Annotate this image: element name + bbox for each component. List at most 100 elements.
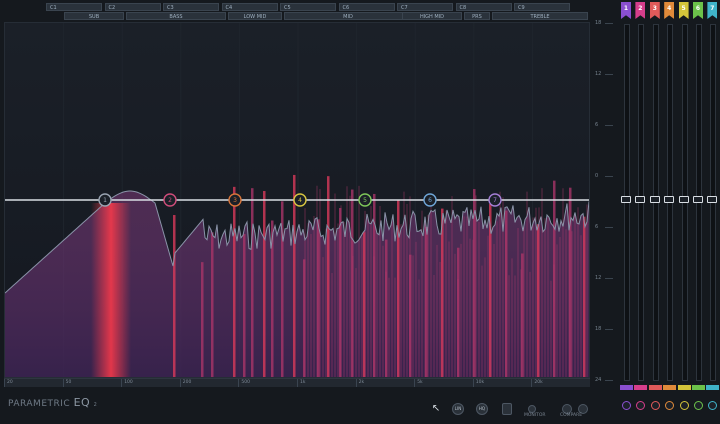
db-tick-label: 24 [595, 377, 615, 383]
band-tab-5[interactable]: C5 [280, 3, 336, 11]
region-tab-treble[interactable]: TREBLE [492, 12, 588, 20]
channel-color-swatch [648, 385, 662, 390]
gain-slider-handle[interactable] [649, 196, 660, 203]
channel-flag-3[interactable]: 3 [649, 2, 660, 19]
gain-slider-handle[interactable] [707, 196, 718, 203]
freq-tick-label: 5k [414, 379, 472, 387]
channel-flag-6[interactable]: 6 [693, 2, 703, 19]
channel-color-swatch [677, 385, 691, 390]
channel-column-1: 1 [620, 2, 633, 424]
freq-tick-label: 50 [62, 379, 121, 387]
eq-graph[interactable]: 1 2 3 4 5 6 7 [4, 22, 590, 378]
band-tab-4[interactable]: C4 [221, 3, 278, 11]
eq-node-7[interactable]: 7 [488, 193, 502, 207]
product-number: 2 [93, 402, 98, 408]
channel-column-6: 6 [692, 2, 705, 424]
compare-label: COMPARE [560, 413, 583, 418]
spectrum-spike [233, 186, 236, 377]
channel-knob[interactable] [679, 401, 689, 410]
channel-knob[interactable] [636, 401, 646, 410]
db-tick-label: 6 [595, 122, 615, 128]
monitor-label: MONITOR [524, 413, 546, 418]
channel-flag-1[interactable]: 1 [621, 2, 631, 19]
band-tab-1[interactable]: C1 [46, 3, 102, 11]
eq-node-label: 6 [428, 197, 432, 204]
band-tab-8[interactable]: C8 [455, 3, 512, 11]
region-tab-mid[interactable]: MID [284, 12, 412, 20]
headphones-icon[interactable] [502, 403, 512, 415]
band-tab-7[interactable]: C7 [397, 3, 453, 11]
channel-flag-4[interactable]: 4 [664, 2, 675, 19]
db-tick-label: 18 [595, 326, 615, 332]
spectrum-spike [243, 233, 246, 377]
region-tab-low-mid[interactable]: LOW MID [228, 12, 282, 20]
channel-knob[interactable] [650, 401, 660, 410]
gain-slider-handle[interactable] [635, 196, 646, 203]
channel-flag-5[interactable]: 5 [678, 2, 689, 19]
db-tick-label: 12 [595, 275, 615, 281]
channel-column-3: 3 [648, 2, 662, 424]
freq-tick-label: 20k [531, 379, 589, 387]
spectrum-hotspot [91, 203, 131, 377]
freq-tick-label: 2k [355, 379, 414, 387]
freq-tick-label: 100 [121, 379, 179, 387]
eq-node-label: 5 [363, 197, 367, 204]
channel-color-swatch [620, 385, 633, 390]
channel-flag-7[interactable]: 7 [707, 2, 718, 19]
cursor-icon[interactable]: ↖ [430, 403, 442, 415]
channel-color-swatch [706, 385, 720, 390]
channel-flag-2[interactable]: 2 [635, 2, 646, 19]
freq-tick-label: 20 [4, 379, 62, 387]
product-name: PARAMETRIC [8, 399, 71, 409]
spectrum-spike [263, 191, 266, 377]
band-tab-3[interactable]: C3 [163, 3, 219, 11]
gain-slider-handle[interactable] [693, 196, 703, 203]
channel-knob[interactable] [694, 401, 703, 410]
eq-node-label: 7 [493, 197, 497, 204]
eq-node-label: 4 [298, 197, 302, 204]
eq-node-1[interactable]: 1 [98, 193, 112, 207]
product-suffix: EQ [73, 396, 91, 409]
spectrum-canvas[interactable]: 1 2 3 4 5 6 7 [5, 23, 590, 378]
channel-column-5: 5 [677, 2, 691, 424]
band-tab-6[interactable]: C6 [338, 3, 395, 11]
eq-node-4[interactable]: 4 [293, 193, 307, 207]
freq-tick-label: 1k [297, 379, 355, 387]
freq-tick-label: 10k [472, 379, 531, 387]
monitor-button[interactable] [528, 405, 536, 413]
band-tab-9[interactable]: C9 [514, 3, 570, 11]
band-tab-2[interactable]: C2 [104, 3, 161, 11]
frequency-axis: 20 50 100 200 500 1k 2k 5k 10k 20k [4, 378, 590, 387]
db-tick-label: 18 [595, 20, 615, 26]
spectrum-spike [251, 188, 254, 377]
eq-node-3[interactable]: 3 [228, 193, 242, 207]
db-tick-label: 0 [595, 173, 615, 179]
gain-slider-handle[interactable] [678, 196, 689, 203]
eq-node-2[interactable]: 2 [163, 193, 177, 207]
eq-node-6[interactable]: 6 [423, 193, 437, 207]
db-tick-label: 12 [595, 71, 615, 77]
channel-knob[interactable] [708, 401, 718, 410]
channel-knob[interactable] [665, 401, 675, 410]
channel-knob[interactable] [622, 401, 631, 410]
eq-node-5[interactable]: 5 [358, 193, 372, 207]
spectrum-spike [201, 262, 204, 377]
channel-color-swatch [692, 385, 705, 390]
channel-strip: 1234567 [616, 0, 720, 424]
channel-column-2: 2 [634, 2, 648, 424]
eq-node-label: 2 [168, 197, 172, 204]
eq-node-label: 1 [103, 197, 107, 204]
region-tab-sub[interactable]: SUB [64, 12, 124, 20]
channel-column-7: 7 [706, 2, 720, 424]
hq-button[interactable]: HQ [476, 403, 488, 415]
region-tab-high-mid[interactable]: HIGH MID [402, 12, 462, 20]
gain-slider-handle[interactable] [621, 196, 631, 203]
region-tab-prs[interactable]: PRS [464, 12, 490, 20]
gain-slider-handle[interactable] [664, 196, 675, 203]
lin-button[interactable]: LIN [452, 403, 464, 415]
region-tab-bass[interactable]: BASS [126, 12, 226, 20]
spectrum-spike [173, 215, 176, 377]
channel-color-swatch [663, 385, 677, 390]
region-header-row: SUB BASS LOW MID MID HIGH MID PRS TREBLE [4, 12, 590, 22]
eq-node-label: 3 [233, 197, 237, 204]
